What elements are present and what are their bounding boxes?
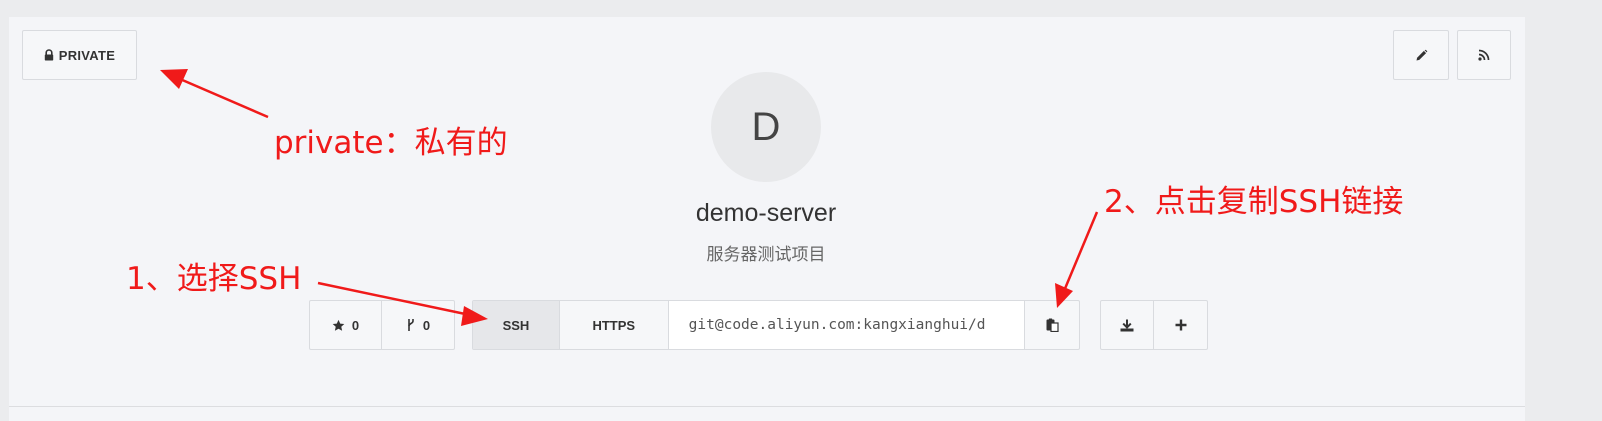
- star-count-button[interactable]: 0: [310, 301, 382, 349]
- clone-url-field[interactable]: git@code.aliyun.com:kangxianghui/d: [668, 301, 1026, 349]
- add-button[interactable]: [1154, 301, 1207, 349]
- repo-actions-group: [1100, 300, 1208, 350]
- visibility-label: PRIVATE: [58, 47, 116, 63]
- download-icon: [1120, 319, 1134, 332]
- annotation-select-ssh: 1、选择SSH: [126, 261, 302, 297]
- star-icon: [332, 319, 345, 332]
- private-visibility-button[interactable]: PRIVATE: [22, 30, 137, 80]
- panel-divider: [9, 406, 1525, 407]
- repo-description: 服务器测试项目: [706, 245, 826, 264]
- https-tab-label: HTTPS: [592, 317, 636, 333]
- edit-button[interactable]: [1393, 30, 1449, 80]
- pencil-icon: [1415, 49, 1428, 62]
- annotation-copy-ssh: 2、点击复制SSH链接: [1104, 184, 1404, 220]
- star-count: 0: [351, 317, 360, 333]
- tab-https[interactable]: HTTPS: [560, 301, 669, 349]
- download-button[interactable]: [1101, 301, 1155, 349]
- ssh-tab-label: SSH: [502, 317, 530, 333]
- clipboard-icon: [1046, 318, 1059, 332]
- repo-stats-group: 0 0: [309, 300, 455, 350]
- fork-count: 0: [422, 317, 431, 333]
- lock-icon: [44, 49, 54, 61]
- fork-count-button[interactable]: 0: [382, 301, 454, 349]
- plus-icon: [1175, 319, 1187, 331]
- tab-ssh[interactable]: SSH: [473, 301, 560, 349]
- copy-url-button[interactable]: [1025, 301, 1079, 349]
- avatar-letter: D: [751, 104, 781, 149]
- fork-icon: [406, 318, 416, 332]
- repo-name[interactable]: demo-server: [566, 199, 966, 228]
- repo-avatar: D: [711, 72, 821, 182]
- annotation-private: private：私有的: [274, 125, 508, 161]
- rss-icon: [1478, 49, 1490, 61]
- clone-url-group: SSH HTTPS git@code.aliyun.com:kangxiangh…: [472, 300, 1080, 350]
- rss-feed-button[interactable]: [1457, 30, 1511, 80]
